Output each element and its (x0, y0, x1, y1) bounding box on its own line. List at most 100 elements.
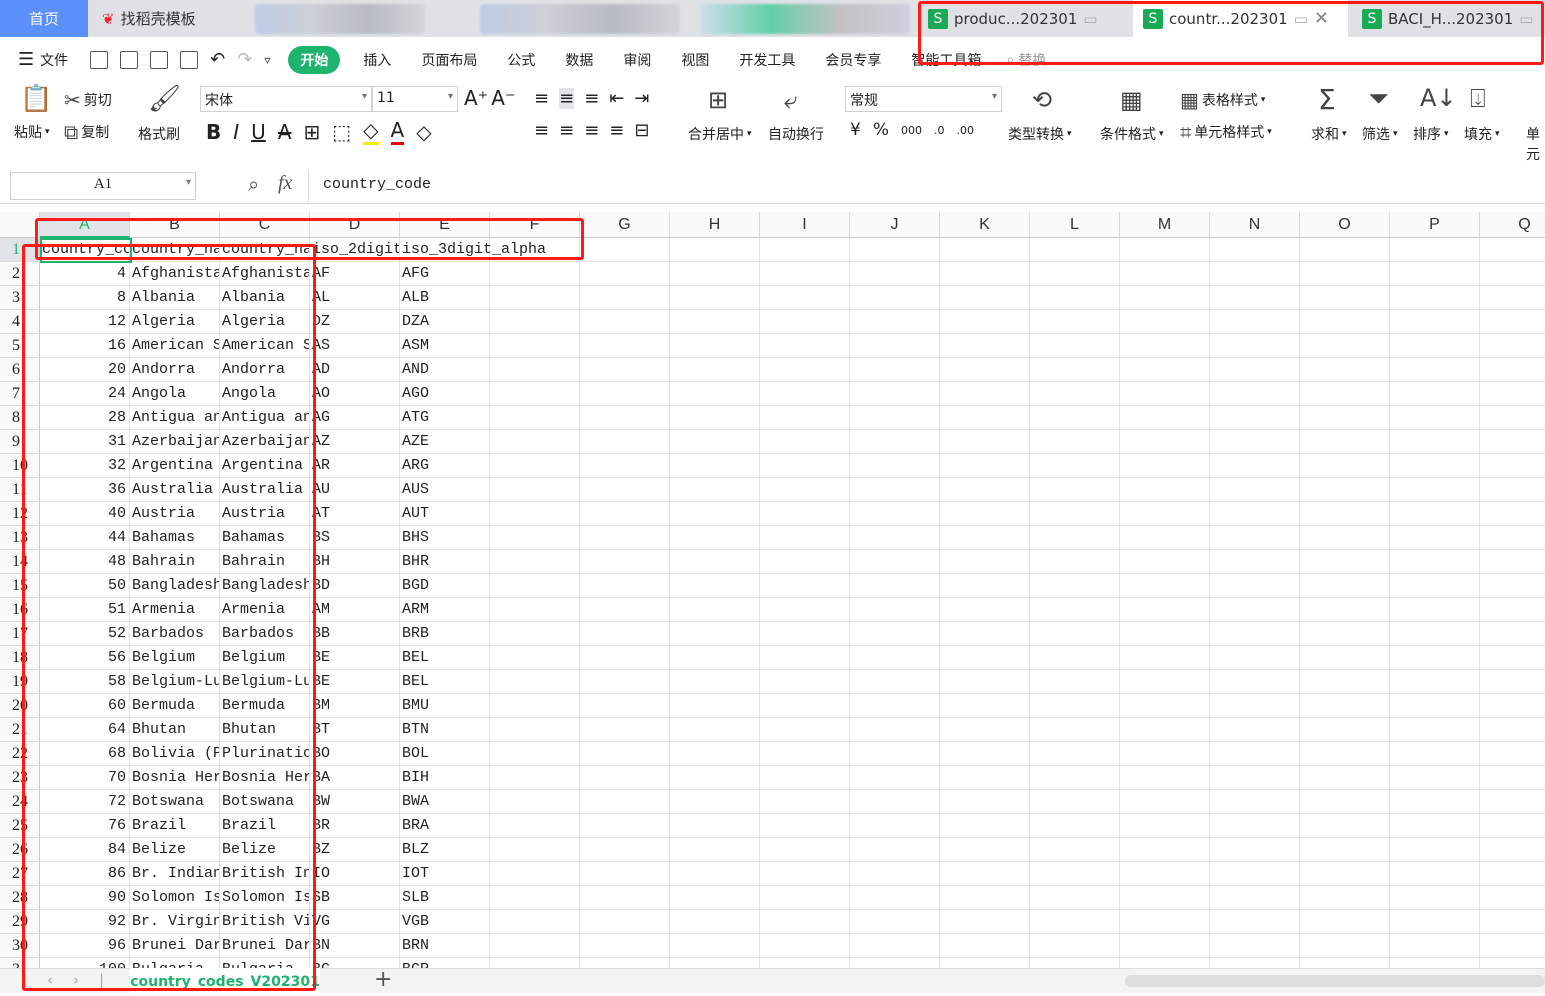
cell[interactable]: AZ (310, 430, 400, 454)
cell[interactable] (940, 454, 1030, 478)
print-icon[interactable] (150, 50, 169, 69)
cell[interactable]: VGB (400, 910, 490, 934)
cell[interactable] (850, 814, 940, 838)
cell[interactable]: American Samoa (130, 334, 220, 358)
cell[interactable] (580, 622, 670, 646)
cell[interactable] (490, 454, 580, 478)
cell[interactable] (760, 838, 850, 862)
row-header[interactable]: 28 (0, 886, 40, 910)
cell[interactable] (490, 862, 580, 886)
cell[interactable] (760, 262, 850, 286)
cell[interactable] (1390, 238, 1480, 262)
cell[interactable] (1210, 502, 1300, 526)
cell[interactable] (1300, 550, 1390, 574)
cell[interactable] (1030, 502, 1120, 526)
cell[interactable] (1210, 382, 1300, 406)
clear-icon[interactable]: ◇ (416, 120, 431, 144)
cell[interactable] (760, 478, 850, 502)
cell[interactable] (1480, 478, 1545, 502)
cell[interactable] (940, 334, 1030, 358)
cell[interactable]: Armenia (220, 598, 310, 622)
cell[interactable]: AUS (400, 478, 490, 502)
column-header-g[interactable]: G (580, 212, 670, 238)
cell[interactable] (580, 814, 670, 838)
cell[interactable]: Australia (220, 478, 310, 502)
cell[interactable]: Bermuda (130, 694, 220, 718)
cell[interactable] (760, 886, 850, 910)
cell[interactable] (1390, 622, 1480, 646)
cell[interactable] (1030, 862, 1120, 886)
cell[interactable]: ASM (400, 334, 490, 358)
cell[interactable] (490, 382, 580, 406)
cell[interactable] (1390, 694, 1480, 718)
cell[interactable] (850, 694, 940, 718)
cell[interactable] (1300, 694, 1390, 718)
export-icon[interactable] (120, 50, 139, 69)
cell[interactable] (760, 550, 850, 574)
cell[interactable]: BM (310, 694, 400, 718)
cell[interactable] (1030, 478, 1120, 502)
cell[interactable]: Azerbaijan (130, 430, 220, 454)
cell[interactable] (490, 670, 580, 694)
column-header-c[interactable]: C (220, 212, 310, 238)
cell[interactable] (580, 478, 670, 502)
cell[interactable]: 68 (40, 742, 130, 766)
cell[interactable]: SLB (400, 886, 490, 910)
cell[interactable] (940, 622, 1030, 646)
table-style-button[interactable]: ▦ 表格样式 ▾ (1180, 90, 1265, 110)
type-convert-button[interactable]: 类型转换 ▾ (1008, 124, 1072, 144)
cell[interactable] (1120, 430, 1210, 454)
cell[interactable] (850, 862, 940, 886)
font-name-select[interactable]: 宋体 (200, 86, 372, 112)
cell[interactable] (1390, 910, 1480, 934)
cell[interactable] (1120, 238, 1210, 262)
cell[interactable] (850, 574, 940, 598)
hamburger-icon[interactable]: ☰ (18, 49, 34, 70)
cell[interactable]: Belgium-Luxembourg (220, 670, 310, 694)
cell[interactable] (1390, 502, 1480, 526)
merge-icon[interactable]: ⊞ (708, 88, 728, 112)
cell[interactable] (1480, 358, 1545, 382)
cell[interactable] (850, 358, 940, 382)
cell[interactable] (1030, 838, 1120, 862)
cell[interactable] (670, 238, 760, 262)
cell[interactable]: ARM (400, 598, 490, 622)
cell[interactable]: BTN (400, 718, 490, 742)
cell[interactable]: Brunei Darussalam (130, 934, 220, 958)
cell[interactable]: BWA (400, 790, 490, 814)
select-all-corner[interactable] (0, 212, 40, 238)
cell[interactable] (760, 310, 850, 334)
cell[interactable] (490, 934, 580, 958)
cell[interactable]: Argentina (220, 454, 310, 478)
indent-icon[interactable]: ⇥ (634, 88, 649, 109)
cell[interactable] (1300, 382, 1390, 406)
cell[interactable]: Antigua and Barbuda (130, 406, 220, 430)
cell[interactable] (1480, 814, 1545, 838)
sheet-nav-icons[interactable]: |‹›| (22, 971, 124, 989)
cell[interactable] (1120, 526, 1210, 550)
cell[interactable] (1030, 622, 1120, 646)
cell[interactable] (940, 742, 1030, 766)
cell[interactable] (670, 406, 760, 430)
cell[interactable] (670, 574, 760, 598)
cell[interactable]: country_name_abbreviation (130, 238, 220, 262)
cell[interactable] (1300, 862, 1390, 886)
align-bottom-icon[interactable]: ≡ (584, 88, 599, 109)
cell[interactable]: BHR (400, 550, 490, 574)
cell[interactable] (850, 790, 940, 814)
cell[interactable] (580, 766, 670, 790)
cell[interactable]: Solomon Islands (220, 886, 310, 910)
cell[interactable] (850, 286, 940, 310)
cell[interactable] (670, 838, 760, 862)
cell[interactable]: BE (310, 670, 400, 694)
bold-icon[interactable]: B (206, 120, 221, 144)
cell[interactable] (760, 910, 850, 934)
cell[interactable] (670, 430, 760, 454)
align-left-icon[interactable]: ≡ (534, 120, 549, 141)
fx-icon[interactable]: fx (278, 172, 292, 195)
cell[interactable] (1300, 454, 1390, 478)
cell[interactable]: 76 (40, 814, 130, 838)
row-header[interactable]: 25 (0, 814, 40, 838)
cell[interactable] (940, 694, 1030, 718)
cell[interactable] (1480, 670, 1545, 694)
